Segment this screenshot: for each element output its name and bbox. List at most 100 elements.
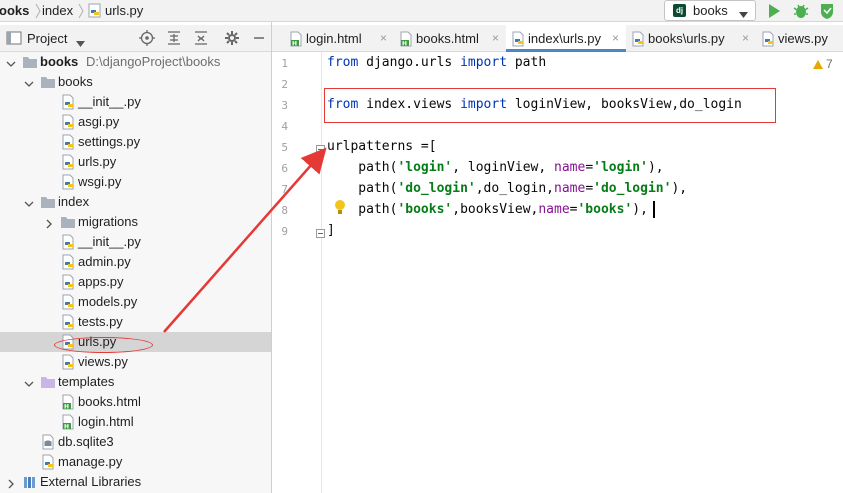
tree-item[interactable]: manage.py: [0, 452, 271, 472]
breadcrumb-project[interactable]: ooks: [0, 2, 29, 19]
code-line: from django.urls import path: [327, 55, 546, 71]
locate-file-icon[interactable]: [139, 30, 155, 46]
tree-item-label: tests.py: [78, 314, 123, 329]
python-file-icon: [60, 254, 76, 270]
inspection-warnings[interactable]: 7: [813, 57, 833, 71]
tree-item-label: db.sqlite3: [58, 434, 114, 449]
chevron-down-icon[interactable]: [24, 197, 34, 207]
highlight-box-annotation: [324, 88, 776, 123]
fold-marker-icon[interactable]: [316, 142, 325, 154]
tree-item-label: manage.py: [58, 454, 123, 469]
tree-item[interactable]: admin.py: [0, 252, 271, 272]
breadcrumb-file[interactable]: urls.py: [105, 2, 143, 19]
python-file-icon: [60, 354, 76, 370]
code-token: 'login': [593, 160, 648, 175]
tree-item[interactable]: External Libraries: [0, 472, 271, 492]
python-file-icon: [88, 3, 102, 19]
editor-tab[interactable]: index\urls.py ×: [506, 25, 626, 52]
chevron-right-icon[interactable]: [44, 217, 54, 229]
tree-item[interactable]: urls.py: [0, 152, 271, 172]
python-file-icon: [60, 234, 76, 250]
tree-item[interactable]: templates: [0, 372, 271, 392]
run-configuration-select[interactable]: dj books: [664, 0, 756, 21]
tree-item[interactable]: __init__.py: [0, 92, 271, 112]
python-file-icon: [60, 274, 76, 290]
python-file-icon: [60, 94, 76, 110]
tree-item[interactable]: models.py: [0, 292, 271, 312]
tree-item[interactable]: migrations: [0, 212, 271, 232]
tree-item-label: books: [40, 54, 79, 69]
python-file-icon: [60, 294, 76, 310]
gear-icon[interactable]: [224, 30, 240, 46]
close-tab-icon[interactable]: ×: [742, 30, 749, 47]
debug-button[interactable]: [792, 2, 810, 20]
chevron-right-icon[interactable]: [6, 477, 16, 489]
tree-item-label: wsgi.py: [78, 174, 122, 189]
editor-tab[interactable]: views.py: [756, 25, 843, 52]
tree-item[interactable]: __init__.py: [0, 232, 271, 252]
code-token: ),: [647, 160, 664, 175]
tree-item[interactable]: index: [0, 192, 271, 212]
project-panel-title[interactable]: Project: [27, 30, 67, 47]
code-token: urlpatterns =[: [327, 139, 437, 154]
tab-label: index\urls.py: [528, 31, 601, 46]
tree-item[interactable]: db.sqlite3: [0, 432, 271, 452]
python-file-icon: [630, 31, 644, 47]
chevron-down-icon[interactable]: [24, 77, 34, 87]
tree-item[interactable]: books D:\djangoProject\books: [0, 52, 271, 72]
django-icon: dj: [673, 4, 686, 17]
tree-item[interactable]: tests.py: [0, 312, 271, 332]
folder-icon: [40, 74, 56, 90]
editor-tab[interactable]: Hbooks.html ×: [394, 25, 506, 52]
breadcrumb-dir[interactable]: index: [42, 2, 73, 19]
hide-panel-icon[interactable]: [251, 30, 267, 46]
intention-bulb-icon[interactable]: [333, 199, 347, 217]
run-button[interactable]: [765, 2, 783, 20]
code-token: ,do_login,: [475, 181, 555, 196]
svg-text:H: H: [292, 41, 297, 48]
folder-icon: [40, 374, 56, 390]
tree-item[interactable]: settings.py: [0, 132, 271, 152]
collapse-all-icon[interactable]: [193, 30, 209, 46]
coverage-button[interactable]: [818, 2, 836, 20]
chevron-down-icon[interactable]: [76, 35, 85, 50]
tree-item-label: apps.py: [78, 274, 124, 289]
code-token: name: [554, 160, 586, 175]
code-token: path(: [327, 160, 398, 175]
database-file-icon: [40, 434, 56, 450]
tree-item-label: models.py: [78, 294, 138, 309]
tree-item[interactable]: views.py: [0, 352, 271, 372]
tree-item-label: books: [58, 74, 93, 89]
code-token: from: [327, 55, 359, 70]
tree-item[interactable]: Hlogin.html: [0, 412, 271, 432]
tree-item-label: __init__.py: [78, 234, 141, 249]
tree-item-label: External Libraries: [40, 474, 142, 489]
expand-all-icon[interactable]: [166, 30, 182, 46]
tree-item-path: D:\djangoProject\books: [86, 54, 221, 69]
code-line: ]: [327, 223, 335, 239]
tree-item[interactable]: asgi.py: [0, 112, 271, 132]
close-tab-icon[interactable]: ×: [492, 30, 499, 47]
chevron-down-icon[interactable]: [6, 57, 16, 67]
tree-item[interactable]: Hbooks.html: [0, 392, 271, 412]
navigation-bar: ooks index urls.py dj books: [0, 0, 843, 22]
chevron-down-icon[interactable]: [24, 377, 34, 387]
tab-label: books\urls.py: [648, 31, 725, 46]
tree-item-label: login.html: [78, 414, 134, 429]
close-tab-icon[interactable]: ×: [380, 30, 387, 47]
python-file-icon: [760, 31, 774, 47]
editor-tab[interactable]: Hlogin.html ×: [284, 25, 394, 52]
python-file-icon: [60, 314, 76, 330]
tab-label: views.py: [778, 31, 828, 46]
tree-item[interactable]: wsgi.py: [0, 172, 271, 192]
code-token: 'do_login': [397, 181, 476, 196]
code-token: path(: [327, 181, 398, 196]
tree-item-label: urls.py: [78, 154, 117, 169]
breadcrumb-separator-icon: [35, 3, 41, 19]
tree-item[interactable]: apps.py: [0, 272, 271, 292]
close-tab-icon[interactable]: ×: [612, 30, 619, 47]
fold-marker-icon[interactable]: [316, 226, 325, 238]
editor-tab[interactable]: books\urls.py ×: [626, 25, 756, 52]
html-file-icon: H: [288, 31, 302, 48]
tree-item[interactable]: books: [0, 72, 271, 92]
